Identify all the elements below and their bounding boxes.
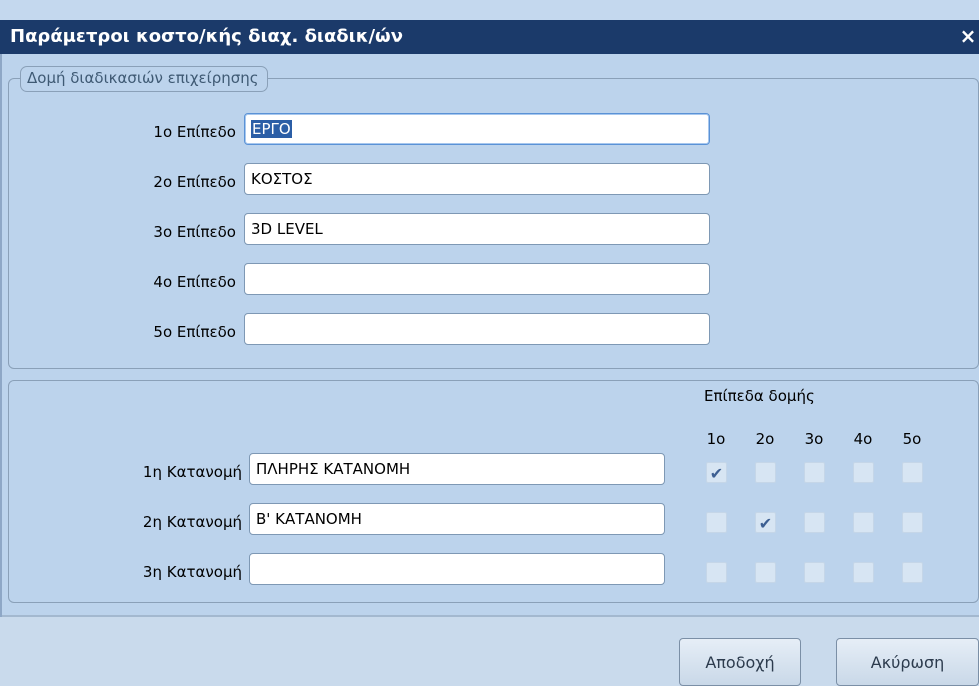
structure-group-legend: Δομή διαδικασιών επιχείρησης (20, 66, 268, 92)
allocation-1-label: 1η Κατανομή (142, 463, 242, 481)
allocation-1-value: ΠΛΗΡΗΣ ΚΑΤΑΝΟΜΗ (256, 460, 411, 478)
check-icon: ✔ (709, 464, 724, 483)
level-2-input[interactable]: ΚΟΣΤΟΣ (244, 163, 710, 195)
allocation-1-level-2-checkbox[interactable] (755, 462, 776, 483)
level-2-label: 2ο Επίπεδο (153, 173, 236, 191)
dialog-footer (0, 617, 979, 686)
title-bar[interactable]: Παράμετροι κοστο/κής διαχ. διαδικ/ών × (0, 20, 979, 54)
allocation-1-level-3-checkbox[interactable] (804, 462, 825, 483)
close-icon[interactable]: × (959, 20, 977, 52)
level-2-value: ΚΟΣΤΟΣ (251, 170, 313, 188)
allocation-2-level-4-checkbox[interactable] (853, 512, 874, 533)
column-5-header: 5ο (902, 430, 922, 448)
allocation-1-level-5-checkbox[interactable] (902, 462, 923, 483)
level-3-input[interactable]: 3D LEVEL (244, 213, 710, 245)
level-5-input[interactable] (244, 313, 710, 345)
allocation-3-label: 3η Κατανομή (142, 563, 242, 581)
allocation-1-level-4-checkbox[interactable] (853, 462, 874, 483)
column-2-header: 2ο (755, 430, 775, 448)
structure-levels-header: Επίπεδα δομής (704, 387, 815, 405)
check-icon: ✔ (758, 514, 773, 533)
allocation-3-level-2-checkbox[interactable] (755, 562, 776, 583)
allocation-2-level-3-checkbox[interactable] (804, 512, 825, 533)
allocation-1-input[interactable]: ΠΛΗΡΗΣ ΚΑΤΑΝΟΜΗ (249, 453, 665, 485)
allocation-2-level-5-checkbox[interactable] (902, 512, 923, 533)
allocation-3-level-1-checkbox[interactable] (706, 562, 727, 583)
allocation-2-level-1-checkbox[interactable] (706, 512, 727, 533)
allocation-1-level-1-checkbox[interactable]: ✔ (706, 462, 727, 483)
level-5-label: 5ο Επίπεδο (153, 323, 236, 341)
allocation-2-label: 2η Κατανομή (142, 513, 242, 531)
allocation-3-level-3-checkbox[interactable] (804, 562, 825, 583)
window-title: Παράμετροι κοστο/κής διαχ. διαδικ/ών (10, 26, 403, 47)
level-3-label: 3ο Επίπεδο (153, 223, 236, 241)
allocation-3-level-4-checkbox[interactable] (853, 562, 874, 583)
allocation-3-input[interactable] (249, 553, 665, 585)
allocation-2-value: Β' ΚΑΤΑΝΟΜΗ (256, 510, 362, 528)
allocation-3-level-5-checkbox[interactable] (902, 562, 923, 583)
column-3-header: 3ο (804, 430, 824, 448)
level-4-label: 4ο Επίπεδο (153, 273, 236, 291)
level-1-label: 1ο Επίπεδο (153, 123, 236, 141)
level-4-input[interactable] (244, 263, 710, 295)
dialog-window: Παράμετροι κοστο/κής διαχ. διαδικ/ών × Δ… (0, 0, 979, 686)
cancel-button[interactable]: Ακύρωση (836, 638, 979, 686)
accept-button[interactable]: Αποδοχή (679, 638, 801, 686)
allocation-2-level-2-checkbox[interactable]: ✔ (755, 512, 776, 533)
level-1-value: ΕΡΓΟ (251, 120, 292, 138)
allocation-2-input[interactable]: Β' ΚΑΤΑΝΟΜΗ (249, 503, 665, 535)
column-1-header: 1ο (706, 430, 726, 448)
column-4-header: 4ο (853, 430, 873, 448)
level-1-input[interactable]: ΕΡΓΟ (244, 113, 710, 145)
level-3-value: 3D LEVEL (251, 220, 323, 238)
